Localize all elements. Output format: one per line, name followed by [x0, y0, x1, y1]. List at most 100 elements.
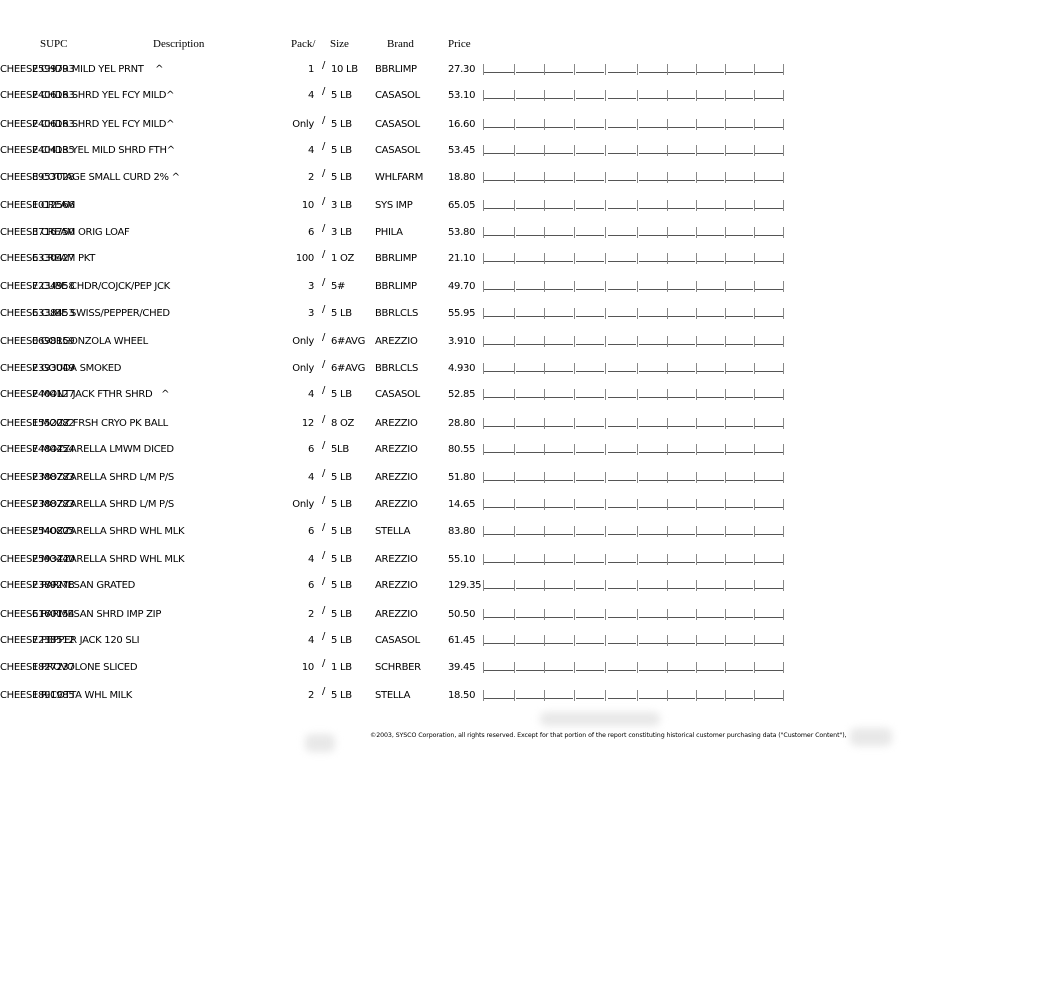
order-quantity-blank[interactable] — [545, 64, 573, 73]
order-quantity-blank[interactable] — [726, 119, 753, 128]
order-quantity-blank[interactable] — [668, 389, 695, 398]
order-quantity-blank[interactable] — [726, 526, 753, 535]
order-quantity-blank[interactable] — [484, 526, 514, 535]
order-quantity-blank[interactable] — [755, 554, 783, 563]
order-quantity-blank[interactable] — [639, 172, 667, 181]
order-quantity-blank[interactable] — [726, 200, 753, 209]
order-quantity-blank[interactable] — [545, 444, 573, 453]
order-quantity-blank[interactable] — [697, 64, 724, 73]
order-quantity-blank[interactable] — [755, 336, 783, 345]
order-quantity-blank[interactable] — [545, 90, 573, 99]
order-quantity-blank[interactable] — [755, 145, 783, 154]
order-quantity-blank[interactable] — [484, 635, 514, 644]
order-quantity-blank[interactable] — [516, 336, 544, 345]
order-quantity-blank[interactable] — [697, 389, 724, 398]
order-quantity-blank[interactable] — [608, 609, 636, 618]
order-quantity-blank[interactable] — [576, 281, 604, 290]
order-quantity-blank[interactable] — [668, 172, 695, 181]
order-quantity-blank[interactable] — [545, 499, 573, 508]
order-quantity-blank[interactable] — [697, 308, 724, 317]
order-quantity-blank[interactable] — [484, 119, 514, 128]
order-quantity-blank[interactable] — [576, 200, 604, 209]
order-quantity-blank[interactable] — [726, 172, 753, 181]
order-quantity-blank[interactable] — [516, 90, 544, 99]
order-quantity-blank[interactable] — [576, 227, 604, 236]
order-quantity-blank[interactable] — [484, 662, 514, 671]
order-quantity-blank[interactable] — [755, 526, 783, 535]
order-quantity-blank[interactable] — [697, 444, 724, 453]
order-quantity-blank[interactable] — [516, 64, 544, 73]
order-quantity-blank[interactable] — [545, 554, 573, 563]
order-quantity-blank[interactable] — [484, 308, 514, 317]
order-quantity-blank[interactable] — [668, 418, 695, 427]
order-quantity-blank[interactable] — [516, 662, 544, 671]
order-quantity-blank[interactable] — [576, 389, 604, 398]
order-quantity-blank[interactable] — [755, 253, 783, 262]
order-quantity-blank[interactable] — [639, 635, 667, 644]
order-quantity-blank[interactable] — [639, 690, 667, 699]
order-quantity-blank[interactable] — [755, 119, 783, 128]
order-quantity-blank[interactable] — [576, 145, 604, 154]
order-quantity-blank[interactable] — [516, 227, 544, 236]
order-quantity-blank[interactable] — [668, 472, 695, 481]
order-quantity-blank[interactable] — [668, 363, 695, 372]
order-quantity-blank[interactable] — [516, 554, 544, 563]
order-quantity-blank[interactable] — [697, 119, 724, 128]
order-quantity-blank[interactable] — [755, 418, 783, 427]
order-quantity-blank[interactable] — [516, 609, 544, 618]
order-quantity-blank[interactable] — [639, 472, 667, 481]
order-quantity-blank[interactable] — [484, 499, 514, 508]
order-quantity-blank[interactable] — [639, 308, 667, 317]
order-quantity-blank[interactable] — [484, 145, 514, 154]
order-quantity-blank[interactable] — [576, 690, 604, 699]
order-quantity-blank[interactable] — [608, 635, 636, 644]
order-quantity-blank[interactable] — [639, 363, 667, 372]
order-quantity-blank[interactable] — [668, 336, 695, 345]
order-quantity-blank[interactable] — [545, 690, 573, 699]
order-quantity-blank[interactable] — [726, 227, 753, 236]
order-quantity-blank[interactable] — [608, 662, 636, 671]
order-quantity-blank[interactable] — [726, 90, 753, 99]
order-quantity-blank[interactable] — [755, 308, 783, 317]
order-quantity-blank[interactable] — [639, 227, 667, 236]
order-quantity-blank[interactable] — [516, 253, 544, 262]
order-quantity-blank[interactable] — [516, 580, 544, 589]
order-quantity-blank[interactable] — [516, 145, 544, 154]
order-quantity-blank[interactable] — [668, 526, 695, 535]
order-quantity-blank[interactable] — [639, 526, 667, 535]
order-quantity-blank[interactable] — [668, 90, 695, 99]
order-quantity-blank[interactable] — [608, 389, 636, 398]
order-quantity-blank[interactable] — [545, 580, 573, 589]
order-quantity-blank[interactable] — [516, 308, 544, 317]
order-quantity-blank[interactable] — [484, 227, 514, 236]
order-quantity-blank[interactable] — [668, 253, 695, 262]
order-quantity-blank[interactable] — [697, 580, 724, 589]
order-quantity-blank[interactable] — [484, 90, 514, 99]
order-quantity-blank[interactable] — [576, 172, 604, 181]
order-quantity-blank[interactable] — [576, 472, 604, 481]
order-quantity-blank[interactable] — [545, 172, 573, 181]
order-quantity-blank[interactable] — [484, 609, 514, 618]
order-quantity-blank[interactable] — [608, 418, 636, 427]
order-quantity-blank[interactable] — [545, 308, 573, 317]
order-quantity-blank[interactable] — [755, 64, 783, 73]
order-quantity-blank[interactable] — [639, 609, 667, 618]
order-quantity-blank[interactable] — [484, 554, 514, 563]
order-quantity-blank[interactable] — [608, 253, 636, 262]
order-quantity-blank[interactable] — [668, 308, 695, 317]
order-quantity-blank[interactable] — [608, 336, 636, 345]
order-quantity-blank[interactable] — [608, 200, 636, 209]
order-quantity-blank[interactable] — [697, 227, 724, 236]
order-quantity-blank[interactable] — [516, 389, 544, 398]
order-quantity-blank[interactable] — [697, 554, 724, 563]
order-quantity-blank[interactable] — [608, 281, 636, 290]
order-quantity-blank[interactable] — [755, 635, 783, 644]
order-quantity-blank[interactable] — [639, 662, 667, 671]
order-quantity-blank[interactable] — [545, 609, 573, 618]
order-quantity-blank[interactable] — [608, 554, 636, 563]
order-quantity-blank[interactable] — [608, 119, 636, 128]
order-quantity-blank[interactable] — [484, 253, 514, 262]
order-quantity-blank[interactable] — [545, 635, 573, 644]
order-quantity-blank[interactable] — [484, 690, 514, 699]
order-quantity-blank[interactable] — [726, 363, 753, 372]
